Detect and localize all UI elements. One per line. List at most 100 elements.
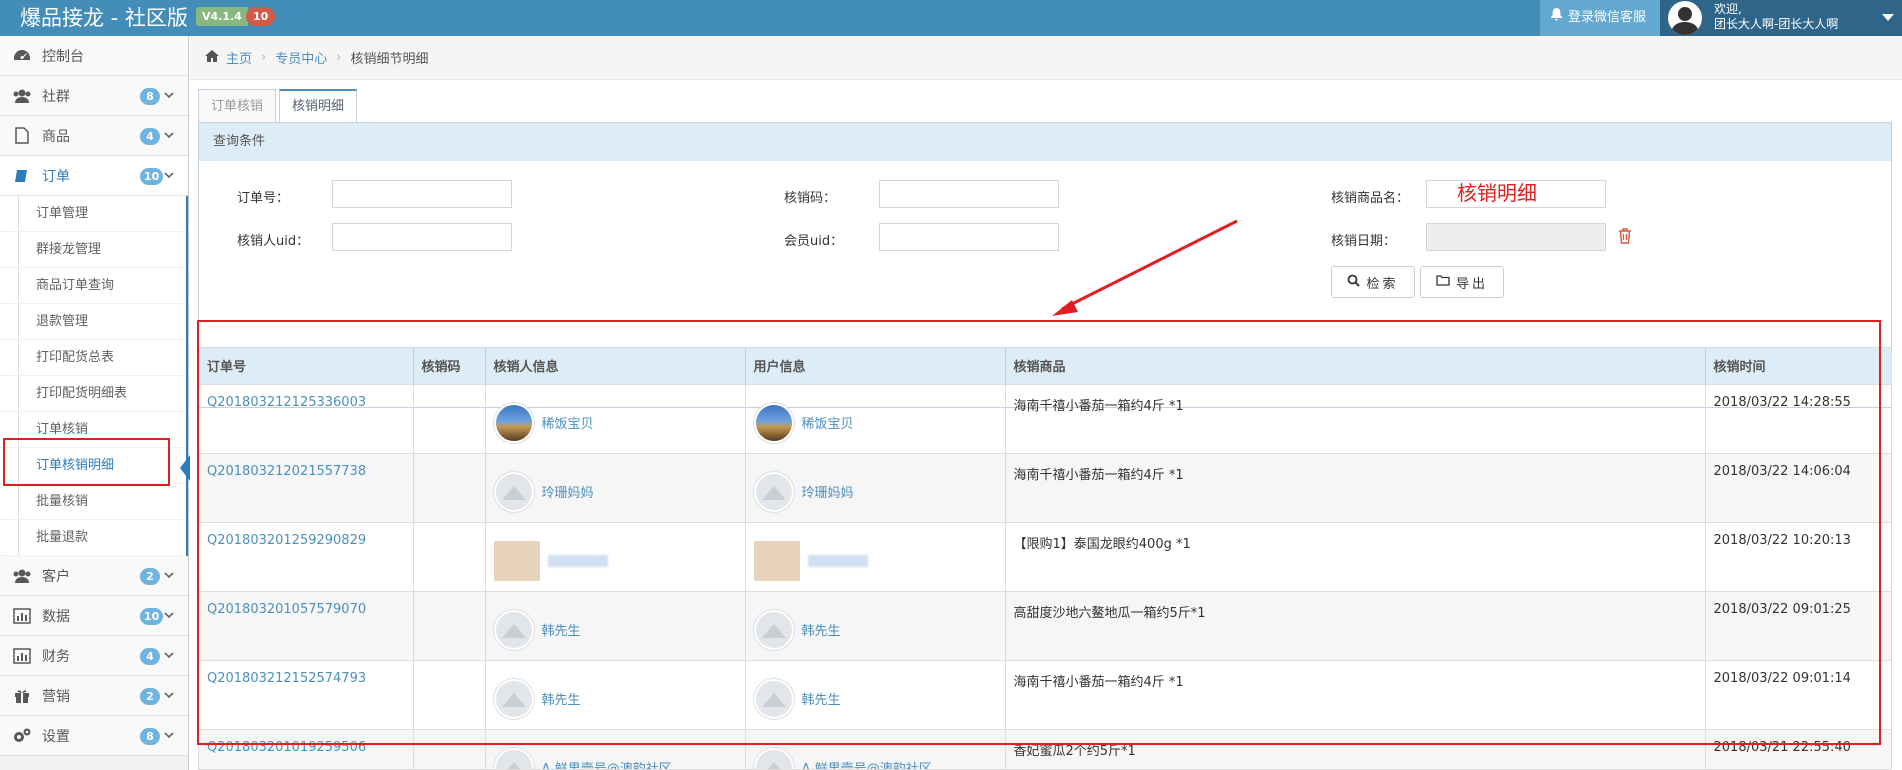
sidebar-item-community[interactable]: 社群 8 bbox=[0, 76, 188, 116]
order-link[interactable]: Q201803212152574793 bbox=[207, 671, 366, 686]
table-row: Q201803212125336003 稀饭宝贝 稀饭宝贝 海南千禧小番茄一箱约… bbox=[199, 384, 1891, 454]
col-user: 用户信息 bbox=[745, 348, 1006, 385]
annotation-label: 核销明细 bbox=[1457, 181, 1537, 205]
submenu-refund-management[interactable]: 退款管理 bbox=[0, 304, 186, 340]
query-panel-title: 查询条件 bbox=[199, 123, 1891, 161]
submenu-product-order-query[interactable]: 商品订单查询 bbox=[0, 268, 186, 304]
search-button[interactable]: 检索 bbox=[1331, 266, 1415, 298]
sidebar-item-finance[interactable]: 财务 4 bbox=[0, 636, 188, 676]
tab-verify-detail[interactable]: 核销明细 bbox=[279, 89, 358, 123]
count-badge: 10 bbox=[140, 608, 164, 625]
verifier-info[interactable]: 稀饭宝贝 bbox=[493, 402, 737, 443]
breadcrumb: 主页 › 专员中心 › 核销细节明细 bbox=[190, 36, 1902, 80]
breadcrumb-level2[interactable]: 专员中心 bbox=[275, 48, 327, 67]
user-info[interactable]: 玲珊妈妈 bbox=[753, 471, 997, 512]
sidebar-item-dashboard[interactable]: 控制台 bbox=[0, 36, 188, 76]
verify-code-input[interactable] bbox=[879, 180, 1059, 208]
breadcrumb-current: 核销细节明细 bbox=[350, 52, 429, 67]
product-cell: 高甜度沙地六鳌地瓜一箱约5斤*1 bbox=[1005, 591, 1706, 661]
chevron-down-icon bbox=[164, 129, 174, 144]
avatar bbox=[753, 678, 794, 719]
user-name: 稀饭宝贝 bbox=[801, 417, 854, 432]
version-label: V4.1.4 bbox=[196, 7, 248, 26]
sidebar-item-label: 商品 bbox=[42, 128, 70, 145]
sidebar-item-orders[interactable]: 订单 10 bbox=[0, 156, 188, 196]
order-link[interactable]: Q201803212021557738 bbox=[207, 464, 366, 479]
sidebar-item-label: 社群 bbox=[42, 88, 70, 105]
verify-date-input[interactable] bbox=[1426, 223, 1606, 251]
user-name: A-鲜果壹号@澳韵社区 bbox=[801, 762, 932, 770]
order-link[interactable]: Q201803201057579070 bbox=[207, 602, 366, 617]
user-name: 韩先生 bbox=[801, 693, 841, 708]
sidebar-item-settings[interactable]: 设置 8 bbox=[0, 716, 188, 756]
user-info[interactable]: A-鲜果壹号@澳韵社区 bbox=[753, 747, 997, 770]
count-badge: 8 bbox=[140, 88, 160, 105]
sidebar-item-label: 控制台 bbox=[42, 48, 84, 65]
user-info[interactable]: 稀饭宝贝 bbox=[753, 402, 997, 443]
bar-chart-icon bbox=[12, 606, 32, 626]
verify-date-label: 核销日期： bbox=[1331, 234, 1397, 249]
bar-chart-icon bbox=[12, 646, 32, 666]
tachometer-icon bbox=[12, 46, 32, 66]
verifier-info[interactable] bbox=[493, 540, 737, 581]
trash-icon[interactable] bbox=[1618, 228, 1632, 248]
col-verify-code: 核销码 bbox=[413, 348, 486, 385]
submenu-print-detail[interactable]: 打印配货明细表 bbox=[0, 376, 186, 412]
order-link[interactable]: Q201803201019259506 bbox=[207, 740, 366, 755]
member-uid-input[interactable] bbox=[879, 223, 1059, 251]
order-link[interactable]: Q201803201259290829 bbox=[207, 533, 366, 548]
table-row: Q201803212021557738 玲珊妈妈 玲珊妈妈 海南千禧小番茄一箱约… bbox=[199, 453, 1891, 523]
sidebar-item-marketing[interactable]: 营销 2 bbox=[0, 676, 188, 716]
breadcrumb-separator: › bbox=[336, 50, 342, 65]
submenu-batch-refund[interactable]: 批量退款 bbox=[0, 520, 186, 556]
chevron-down-icon bbox=[164, 689, 174, 704]
avatar bbox=[493, 609, 534, 650]
avatar bbox=[753, 609, 794, 650]
bell-icon bbox=[1550, 0, 1563, 36]
verifier-name-redacted bbox=[547, 554, 608, 567]
verify-code-cell bbox=[413, 729, 486, 769]
active-item-pointer bbox=[180, 455, 190, 481]
verifier-info[interactable]: 玲珊妈妈 bbox=[493, 471, 737, 512]
highlight-box-sidebar bbox=[3, 438, 170, 486]
user-name-redacted bbox=[807, 554, 868, 567]
avatar bbox=[753, 471, 794, 512]
tab-bar: 订单核销 核销明细 bbox=[198, 89, 358, 123]
submenu-group-chain[interactable]: 群接龙管理 bbox=[0, 232, 186, 268]
order-no-input[interactable] bbox=[332, 180, 512, 208]
verifier-uid-input[interactable] bbox=[332, 223, 512, 251]
sidebar-item-label: 财务 bbox=[42, 648, 70, 665]
table-row: Q201803212152574793 韩先生 韩先生 海南千禧小番茄一箱约4斤… bbox=[199, 660, 1891, 730]
verifier-info[interactable]: 韩先生 bbox=[493, 609, 737, 650]
user-info[interactable]: 韩先生 bbox=[753, 609, 997, 650]
verifier-info[interactable]: A-鲜果壹号@澳韵社区 bbox=[493, 747, 737, 769]
user-info[interactable] bbox=[753, 540, 997, 581]
verifier-info[interactable]: 韩先生 bbox=[493, 678, 737, 719]
chevron-down-icon bbox=[164, 569, 174, 584]
caret-down-icon bbox=[1882, 14, 1894, 21]
chevron-down-icon bbox=[164, 609, 174, 624]
wechat-login-label: 登录微信客服 bbox=[1568, 10, 1647, 25]
col-product: 核销商品 bbox=[1005, 348, 1706, 385]
user-info[interactable]: 韩先生 bbox=[753, 678, 997, 719]
avatar bbox=[493, 471, 534, 512]
product-cell: 海南千禧小番茄一箱约4斤 *1 bbox=[1005, 660, 1706, 730]
sidebar-item-label: 营销 bbox=[42, 688, 70, 705]
order-link[interactable]: Q201803212125336003 bbox=[207, 395, 366, 410]
submenu-print-summary[interactable]: 打印配货总表 bbox=[0, 340, 186, 376]
tab-order-verify[interactable]: 订单核销 bbox=[198, 89, 277, 122]
submenu-batch-verify[interactable]: 批量核销 bbox=[0, 484, 186, 520]
wechat-login-button[interactable]: 登录微信客服 bbox=[1540, 0, 1660, 36]
sidebar-item-products[interactable]: 商品 4 bbox=[0, 116, 188, 156]
count-badge: 2 bbox=[140, 568, 160, 585]
submenu-order-management[interactable]: 订单管理 bbox=[0, 196, 186, 232]
sidebar-item-customers[interactable]: 客户 2 bbox=[0, 556, 188, 596]
order-no-label: 订单号： bbox=[237, 191, 290, 206]
brand-title[interactable]: 爆品接龙 - 社区版 bbox=[20, 4, 188, 32]
export-button[interactable]: 导出 bbox=[1420, 266, 1504, 298]
verifier-name: 稀饭宝贝 bbox=[541, 417, 594, 432]
sidebar-item-data[interactable]: 数据 10 bbox=[0, 596, 188, 636]
table-header-row: 订单号 核销码 核销人信息 用户信息 核销商品 核销时间 bbox=[199, 348, 1891, 385]
breadcrumb-home[interactable]: 主页 bbox=[226, 48, 252, 67]
user-menu[interactable]: 欢迎, 团长大人啊-团长大人啊 bbox=[1660, 0, 1902, 36]
